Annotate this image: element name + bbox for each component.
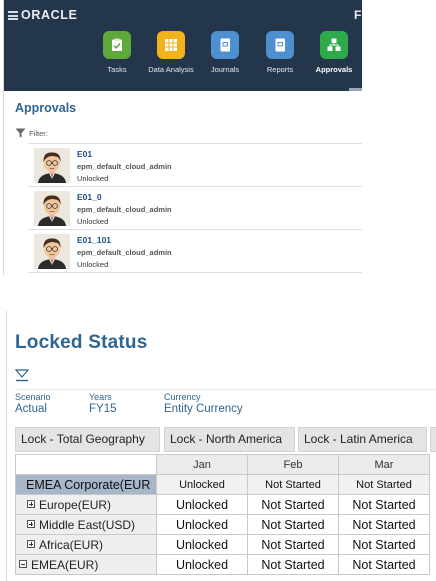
approval-status: Unlocked	[77, 217, 109, 226]
pov-header: Currency	[164, 392, 201, 402]
selection-indicator	[349, 88, 362, 91]
collapse-icon[interactable]	[19, 560, 27, 569]
pov-scenario[interactable]: Scenario Actual	[15, 392, 51, 415]
grid-cell[interactable]: Not Started	[338, 494, 430, 515]
corner-text: F	[354, 8, 362, 22]
row-header-emea-corporate[interactable]: EMEA Corporate(EUR	[15, 474, 157, 495]
journals-icon	[211, 31, 239, 59]
pov-value[interactable]: Entity Currency	[164, 403, 243, 415]
approval-unit-name[interactable]: E01	[77, 149, 92, 159]
row-label: EMEA(EUR)	[31, 557, 99, 572]
grid-cell[interactable]: Unlocked	[156, 534, 248, 555]
list-item[interactable]: E01_101 epm_default_cloud_admin Unlocked	[28, 230, 362, 273]
row-label: Europe(EUR)	[39, 497, 112, 512]
approval-owner: epm_default_cloud_admin	[77, 205, 172, 214]
grid-cell[interactable]: Unlocked	[156, 514, 248, 535]
nav-label: Reports	[266, 65, 294, 74]
pov-header: Scenario	[15, 392, 51, 402]
row-header[interactable]: EMEA(EUR)	[15, 554, 157, 575]
nav-tasks[interactable]: Tasks	[89, 31, 145, 74]
table-row[interactable]: EMEA Corporate(EUR Unlocked Not Started …	[15, 474, 430, 495]
nav-reports[interactable]: Reports	[252, 31, 308, 74]
row-header[interactable]: Middle East(USD)	[15, 514, 157, 535]
approval-unit-name[interactable]: E01_101	[77, 235, 111, 245]
approvals-list: E01 epm_default_cloud_admin Unlocked E01…	[28, 143, 362, 273]
filter-control[interactable]: Filter:	[15, 128, 48, 140]
grid-cell[interactable]: Not Started	[338, 474, 430, 495]
pov-currency[interactable]: Currency Entity Currency	[164, 392, 243, 415]
grid-cell[interactable]: Unlocked	[156, 494, 248, 515]
approval-owner: epm_default_cloud_admin	[77, 248, 172, 257]
pov-value[interactable]: FY15	[89, 403, 117, 415]
avatar	[34, 148, 70, 183]
approvals-icon	[320, 31, 348, 59]
row-header[interactable]: Europe(EUR)	[15, 494, 157, 515]
table-row[interactable]: EMEA(EUR) Unlocked Not Started Not Start…	[15, 554, 430, 575]
column-header: Jan	[156, 454, 248, 475]
grid-cell[interactable]: Not Started	[247, 474, 339, 495]
pov-value[interactable]: Actual	[15, 403, 51, 415]
oracle-logo: ORACLE	[21, 8, 78, 22]
column-header: Mar	[338, 454, 430, 475]
pov-years[interactable]: Years FY15	[89, 392, 117, 415]
avatar	[34, 191, 70, 226]
grid-cell[interactable]: Not Started	[338, 534, 430, 555]
nav-label: Data Analysis	[148, 65, 194, 74]
nav-label: Tasks	[107, 65, 127, 74]
row-label: Africa(EUR)	[39, 537, 104, 552]
table-row[interactable]: Europe(EUR) Unlocked Not Started Not Sta…	[15, 494, 430, 515]
filter-label: Filter:	[29, 128, 48, 138]
filter-icon[interactable]	[15, 128, 26, 138]
column-header: Feb	[247, 454, 339, 475]
approval-unit-name[interactable]: E01_0	[77, 192, 102, 202]
table-row[interactable]: Middle East(USD) Unlocked Not Started No…	[15, 514, 430, 535]
reports-icon	[266, 31, 294, 59]
expand-icon[interactable]	[27, 500, 35, 509]
avatar	[34, 234, 70, 269]
pov-header: Years	[89, 392, 112, 402]
nav-data-analysis[interactable]: Data Analysis	[143, 31, 199, 74]
approval-status: Unlocked	[77, 174, 109, 183]
lock-total-geography-button[interactable]: Lock - Total Geography	[15, 427, 160, 452]
grid-corner-cell	[15, 454, 157, 475]
grid-cell[interactable]: Not Started	[247, 514, 339, 535]
approval-status: Unlocked	[77, 260, 109, 269]
lock-button-overflow[interactable]	[430, 427, 436, 452]
expand-icon[interactable]	[27, 540, 35, 549]
nav-journals[interactable]: Journals	[197, 31, 253, 74]
locked-status-grid: Jan Feb Mar EMEA Corporate(EUR Unlocked …	[15, 454, 430, 575]
tasks-icon	[103, 31, 131, 59]
locked-status-title: Locked Status	[15, 332, 148, 353]
expand-icon[interactable]	[27, 520, 35, 529]
grid-cell[interactable]: Not Started	[247, 534, 339, 555]
grid-cell[interactable]: Unlocked	[156, 554, 248, 575]
grid-cell[interactable]: Not Started	[338, 514, 430, 535]
hamburger-menu-icon[interactable]	[8, 11, 18, 20]
navigation-bar: ORACLE F Tasks Data Analysis Journals Re…	[4, 0, 362, 91]
nav-label: Journals	[210, 65, 240, 74]
pov-divider	[15, 389, 436, 390]
list-item[interactable]: E01 epm_default_cloud_admin Unlocked	[28, 144, 362, 187]
approvals-title: Approvals	[15, 101, 77, 115]
grid-cell[interactable]: Unlocked	[156, 474, 248, 495]
pov-toggle-icon[interactable]	[14, 368, 30, 382]
row-header[interactable]: Africa(EUR)	[15, 534, 157, 555]
grid-header-row: Jan Feb Mar	[15, 454, 430, 475]
grid-cell[interactable]: Not Started	[338, 554, 430, 575]
lock-latin-america-button[interactable]: Lock - Latin America	[298, 427, 427, 452]
grid-cell[interactable]: Not Started	[247, 554, 339, 575]
approval-owner: epm_default_cloud_admin	[77, 162, 172, 171]
list-item[interactable]: E01_0 epm_default_cloud_admin Unlocked	[28, 187, 362, 230]
table-row[interactable]: Africa(EUR) Unlocked Not Started Not Sta…	[15, 534, 430, 555]
data-analysis-icon	[157, 31, 185, 59]
locked-status-panel: Locked Status Scenario Actual Years FY15…	[6, 311, 436, 581]
row-label: Middle East(USD)	[39, 517, 136, 532]
approvals-panel: ORACLE F Tasks Data Analysis Journals Re…	[3, 0, 362, 275]
nav-label: Approvals	[315, 65, 353, 74]
grid-cell[interactable]: Not Started	[247, 494, 339, 515]
nav-approvals[interactable]: Approvals	[306, 31, 362, 74]
lock-north-america-button[interactable]: Lock - North America	[164, 427, 295, 452]
